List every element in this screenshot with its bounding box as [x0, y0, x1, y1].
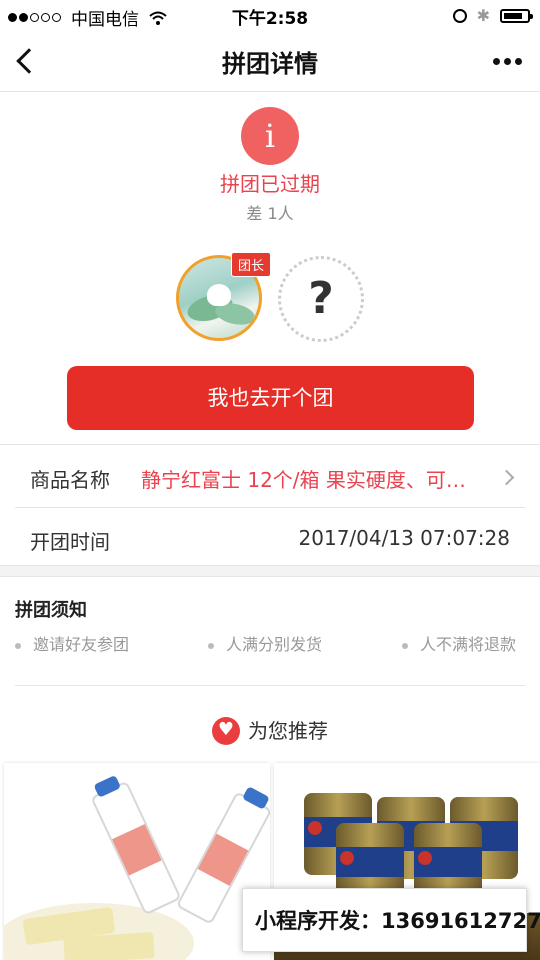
product-name-value: 静宁红富士 12个/箱 果实硬度、可…	[141, 468, 466, 492]
start-time-label: 开团时间	[30, 530, 110, 554]
info-icon: i	[241, 107, 299, 165]
heart-icon	[212, 716, 240, 745]
notice-item: 人满分别发货	[208, 631, 322, 655]
recommend-title: 为您推荐	[248, 719, 328, 743]
group-status-text: 拼团已过期	[220, 172, 320, 196]
alarm-icon	[452, 8, 467, 23]
bluetooth-icon: ✱	[476, 6, 490, 25]
nav-bar: 拼团详情	[0, 30, 540, 92]
divider	[15, 685, 525, 686]
battery-icon	[500, 8, 533, 23]
start-time-row: 开团时间 2017/04/13 07:07:28	[0, 508, 540, 570]
page-title: 拼团详情	[222, 50, 318, 78]
product-name-row[interactable]: 商品名称 静宁红富士 12个/箱 果实硬度、可…	[0, 446, 540, 508]
notice-item-label: 邀请好友参团	[33, 635, 130, 654]
notice-item: 人不满将退款	[402, 631, 516, 655]
notice-item: 邀请好友参团	[15, 631, 129, 655]
start-time-value: 2017/04/13 07:07:28	[298, 526, 510, 550]
chevron-right-icon	[498, 469, 515, 486]
notice-title: 拼团须知	[15, 600, 87, 621]
section-separator	[0, 565, 540, 577]
notice-item-label: 人满分别发货	[226, 635, 323, 654]
bullet-icon	[402, 642, 408, 649]
product-card[interactable]	[4, 763, 270, 960]
recommend-header: 为您推荐	[0, 715, 540, 747]
start-group-button[interactable]: 我也去开个团	[67, 366, 474, 430]
developer-watermark: 小程序开发：13691612727	[242, 888, 540, 952]
bullet-icon	[15, 642, 21, 649]
empty-slot-avatar[interactable]: ?	[278, 256, 364, 342]
notice-item-label: 人不满将退款	[420, 635, 517, 654]
bullet-icon	[208, 642, 214, 649]
status-bar: 中国电信 下午2:58 ✱	[0, 0, 540, 30]
leader-badge: 团长	[231, 252, 272, 277]
product-name-label: 商品名称	[30, 468, 110, 492]
divider	[0, 444, 540, 445]
more-options-icon[interactable]	[489, 58, 522, 65]
missing-count-text: 差 1人	[246, 204, 294, 223]
